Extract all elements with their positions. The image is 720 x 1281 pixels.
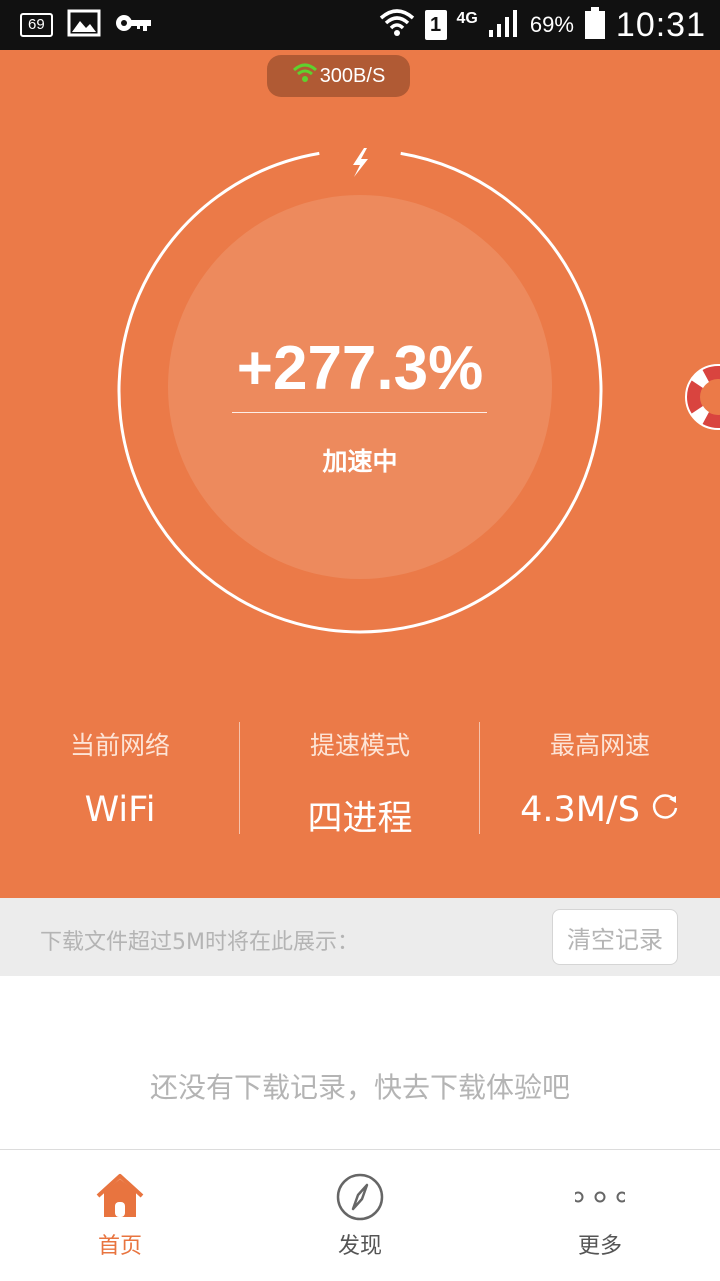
stat-boost-mode: 提速模式 四进程 (240, 722, 480, 839)
clock: 10:31 (615, 5, 706, 44)
stat-label: 当前网络 (69, 731, 170, 760)
bottom-tab-bar: 首页 发现 更多 (0, 1149, 720, 1280)
download-notice-text: 下载文件超过5M时将在此展示： (40, 930, 359, 955)
compass-icon (336, 1173, 384, 1221)
status-bar: 69 1 4G 69% 10:31 (0, 0, 720, 50)
wifi-icon (292, 62, 318, 90)
stat-value: 4.3M/S (520, 790, 640, 830)
stat-current-network: 当前网络 WiFi (0, 722, 240, 834)
percent-underline (232, 412, 487, 413)
lifebuoy-icon[interactable] (680, 360, 720, 438)
tab-home[interactable]: 首页 (0, 1150, 240, 1281)
stat-value: WiFi (84, 790, 156, 830)
empty-downloads-message: 还没有下载记录，快去下载体验吧 (149, 1071, 570, 1104)
stat-value-wrap: 四进程 (240, 790, 480, 841)
key-icon (115, 12, 153, 38)
notification-count-badge: 69 (20, 13, 53, 37)
home-icon (96, 1174, 144, 1217)
tab-label: 更多 (577, 1234, 622, 1259)
status-right-icons: 1 4G 69% 10:31 (379, 0, 706, 50)
wifi-signal-icon (379, 8, 415, 42)
cell-signal-icon (488, 8, 520, 42)
lightning-icon (353, 148, 368, 177)
status-left-icons: 69 (20, 8, 153, 42)
refresh-icon[interactable] (650, 790, 680, 830)
stat-value-wrap: WiFi (0, 790, 240, 830)
image-icon (67, 9, 101, 41)
network-stats: 当前网络 WiFi 提速模式 四进程 最高网速 4.3M/S (0, 722, 720, 839)
more-icon (575, 1191, 625, 1203)
tab-more[interactable]: 更多 (480, 1150, 720, 1281)
current-speed-pill: 300B/S (267, 55, 410, 97)
stat-value: 四进程 (307, 799, 413, 839)
download-notice-bar: 下载文件超过5M时将在此展示： 清空记录 (0, 898, 720, 976)
stat-max-speed: 最高网速 4.3M/S (480, 722, 720, 834)
sim-slot-indicator: 1 (424, 10, 447, 40)
accelerator-panel: 300B/S +277.3% 加速中 当前网络 WiFi 提速模式 四进程 最高… (0, 50, 720, 898)
current-speed-value: 300B/S (319, 64, 386, 87)
boost-percent: +277.3% (236, 334, 484, 403)
battery-percent: 69% (529, 12, 574, 37)
battery-icon (584, 6, 606, 44)
tab-label: 首页 (97, 1234, 142, 1259)
boost-status: 加速中 (322, 447, 398, 476)
tab-discover[interactable]: 发现 (240, 1150, 480, 1281)
stat-value-wrap: 4.3M/S (480, 790, 720, 830)
network-type-label: 4G (456, 10, 478, 27)
stat-label: 最高网速 (549, 731, 650, 760)
stat-label: 提速模式 (309, 731, 410, 760)
tab-label: 发现 (337, 1234, 382, 1259)
clear-records-button[interactable]: 清空记录 (552, 909, 678, 965)
